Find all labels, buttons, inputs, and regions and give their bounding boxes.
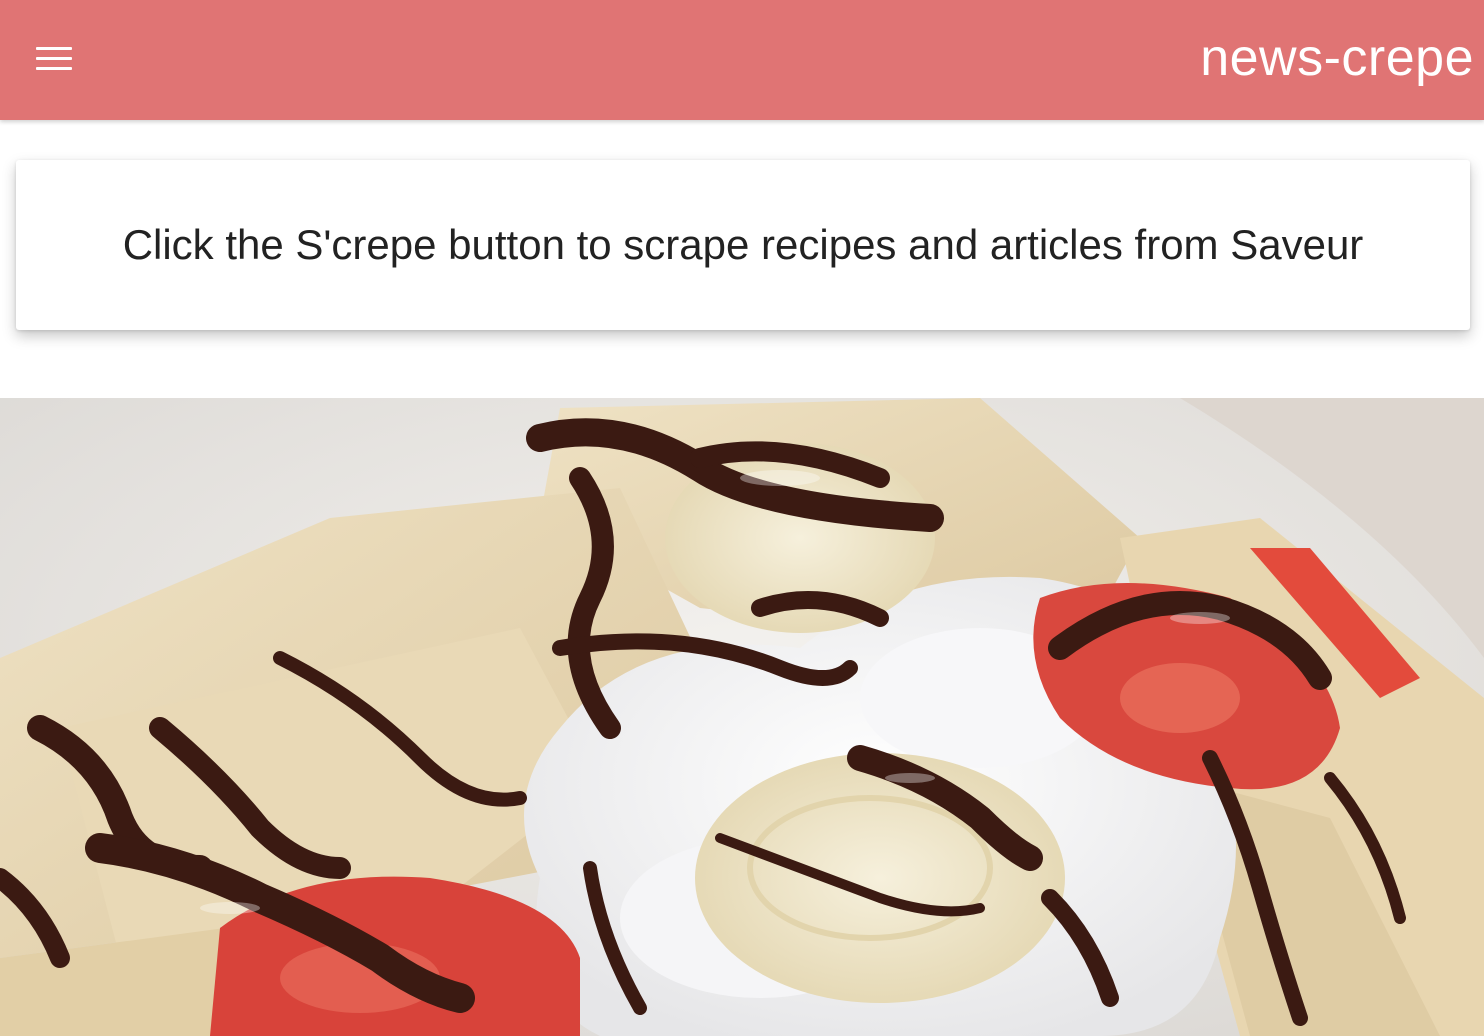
menu-bar-line bbox=[36, 46, 72, 50]
menu-bar-line bbox=[36, 66, 72, 70]
hero-image bbox=[0, 398, 1484, 1036]
brand-title[interactable]: news-crepe bbox=[1200, 28, 1474, 88]
app-root: news-crepe Click the S'crepe button to s… bbox=[0, 0, 1484, 1036]
intro-card: Click the S'crepe button to scrape recip… bbox=[16, 160, 1470, 330]
crepe-photo bbox=[0, 398, 1484, 1036]
intro-message: Click the S'crepe button to scrape recip… bbox=[122, 221, 1364, 268]
top-app-bar: news-crepe bbox=[0, 0, 1484, 120]
hamburger-menu-icon[interactable] bbox=[22, 30, 86, 86]
menu-bar-line bbox=[36, 56, 72, 60]
